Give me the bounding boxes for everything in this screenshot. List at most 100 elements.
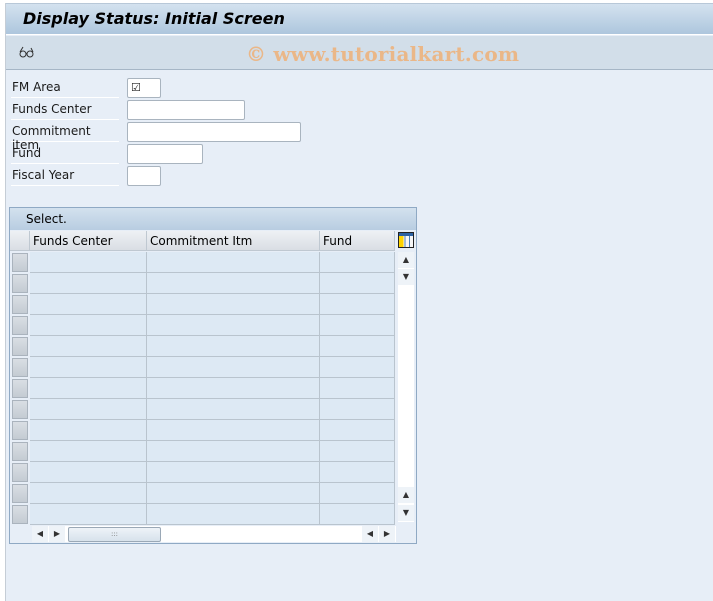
row-selector[interactable] — [12, 337, 28, 356]
table-row — [10, 441, 395, 462]
fund-row: Fund — [11, 143, 301, 164]
cell-funds-center[interactable] — [30, 483, 147, 504]
commitment-item-label: Commitment item — [11, 121, 119, 152]
cell-funds-center[interactable] — [30, 378, 147, 399]
cell-funds-center[interactable] — [30, 315, 147, 336]
horizontal-scrollbar[interactable]: ◀ ▶ ::: ◀ ▶ — [32, 526, 396, 542]
grid-header: Funds Center Commitment Itm Fund — [10, 231, 395, 252]
cell-commitment-itm[interactable] — [147, 441, 320, 462]
cell-commitment-itm[interactable] — [147, 483, 320, 504]
funds-center-row: Funds Center — [11, 99, 301, 120]
cell-commitment-itm[interactable] — [147, 504, 320, 525]
cell-commitment-itm[interactable] — [147, 462, 320, 483]
cell-commitment-itm[interactable] — [147, 336, 320, 357]
vertical-scrollbar[interactable]: ▲ ▼ ▲ ▼ — [398, 252, 414, 522]
cell-fund[interactable] — [320, 441, 395, 462]
row-selector[interactable] — [12, 463, 28, 482]
fund-label: Fund — [11, 143, 119, 164]
cell-funds-center[interactable] — [30, 420, 147, 441]
fiscal-year-field[interactable] — [127, 166, 161, 186]
cell-funds-center[interactable] — [30, 357, 147, 378]
selection-grid: Select. Funds Center Commitment Itm Fund… — [9, 207, 417, 544]
cell-funds-center[interactable] — [30, 294, 147, 315]
row-selector[interactable] — [12, 421, 28, 440]
cell-fund[interactable] — [320, 336, 395, 357]
scroll-right-end-button[interactable]: ▶ — [379, 526, 395, 542]
column-header-funds-center[interactable]: Funds Center — [30, 231, 147, 251]
fm-area-label: FM Area — [11, 77, 119, 98]
cell-commitment-itm[interactable] — [147, 357, 320, 378]
row-selector[interactable] — [12, 358, 28, 377]
table-row — [10, 252, 395, 273]
table-row — [10, 357, 395, 378]
cell-commitment-itm[interactable] — [147, 294, 320, 315]
funds-center-field[interactable] — [127, 100, 245, 120]
cell-commitment-itm[interactable] — [147, 252, 320, 273]
cell-fund[interactable] — [320, 483, 395, 504]
row-selector[interactable] — [12, 442, 28, 461]
row-selector[interactable] — [12, 253, 28, 272]
cell-commitment-itm[interactable] — [147, 399, 320, 420]
row-selector[interactable] — [12, 274, 28, 293]
row-selector[interactable] — [12, 484, 28, 503]
table-row — [10, 273, 395, 294]
cell-fund[interactable] — [320, 399, 395, 420]
column-header-fund[interactable]: Fund — [320, 231, 395, 251]
sap-window: Display Status: Initial Screen © www.tut… — [5, 3, 713, 601]
cell-funds-center[interactable] — [30, 462, 147, 483]
cell-fund[interactable] — [320, 420, 395, 441]
cell-funds-center[interactable] — [30, 336, 147, 357]
cell-funds-center[interactable] — [30, 252, 147, 273]
cell-funds-center[interactable] — [30, 273, 147, 294]
table-row — [10, 420, 395, 441]
cell-fund[interactable] — [320, 357, 395, 378]
column-header-commitment-itm[interactable]: Commitment Itm — [147, 231, 320, 251]
fund-field[interactable] — [127, 144, 203, 164]
row-selector[interactable] — [12, 505, 28, 524]
commitment-item-row: Commitment item — [11, 121, 301, 152]
commitment-item-field[interactable] — [127, 122, 301, 142]
cell-commitment-itm[interactable] — [147, 315, 320, 336]
select-all-cell[interactable] — [10, 231, 30, 251]
table-row — [10, 504, 395, 525]
cell-commitment-itm[interactable] — [147, 420, 320, 441]
scroll-up-button[interactable]: ▲ — [398, 252, 414, 268]
cell-funds-center[interactable] — [30, 441, 147, 462]
cell-fund[interactable] — [320, 462, 395, 483]
horizontal-scroll-thumb[interactable]: ::: — [68, 527, 161, 542]
table-row — [10, 336, 395, 357]
cell-fund[interactable] — [320, 273, 395, 294]
cell-fund[interactable] — [320, 294, 395, 315]
row-selector[interactable] — [12, 316, 28, 335]
fm-area-row: FM Area ☑ — [11, 77, 301, 98]
cell-commitment-itm[interactable] — [147, 273, 320, 294]
cell-funds-center[interactable] — [30, 504, 147, 525]
title-bar: Display Status: Initial Screen — [6, 3, 713, 35]
scroll-up-bottom-button[interactable]: ▲ — [398, 487, 414, 503]
layout-settings-icon[interactable] — [398, 232, 414, 248]
scroll-left-button[interactable]: ◀ — [32, 526, 48, 542]
fiscal-year-row: Fiscal Year — [11, 165, 301, 186]
cell-commitment-itm[interactable] — [147, 378, 320, 399]
row-selector[interactable] — [12, 295, 28, 314]
fm-area-field[interactable]: ☑ — [127, 78, 161, 98]
cell-fund[interactable] — [320, 504, 395, 525]
table-row — [10, 462, 395, 483]
cell-fund[interactable] — [320, 252, 395, 273]
scroll-down-bottom-button[interactable]: ▼ — [398, 505, 414, 521]
table-row — [10, 399, 395, 420]
scroll-left-end-button[interactable]: ◀ — [362, 526, 378, 542]
row-selector[interactable] — [12, 400, 28, 419]
row-selector[interactable] — [12, 379, 28, 398]
scroll-right-button[interactable]: ▶ — [49, 526, 65, 542]
cell-fund[interactable] — [320, 378, 395, 399]
glasses-icon[interactable] — [19, 46, 35, 60]
cell-funds-center[interactable] — [30, 399, 147, 420]
grid-title: Select. — [10, 208, 416, 230]
fiscal-year-label: Fiscal Year — [11, 165, 119, 186]
table-row — [10, 315, 395, 336]
funds-center-label: Funds Center — [11, 99, 119, 120]
cell-fund[interactable] — [320, 315, 395, 336]
table-row — [10, 378, 395, 399]
scroll-down-button[interactable]: ▼ — [398, 269, 414, 285]
